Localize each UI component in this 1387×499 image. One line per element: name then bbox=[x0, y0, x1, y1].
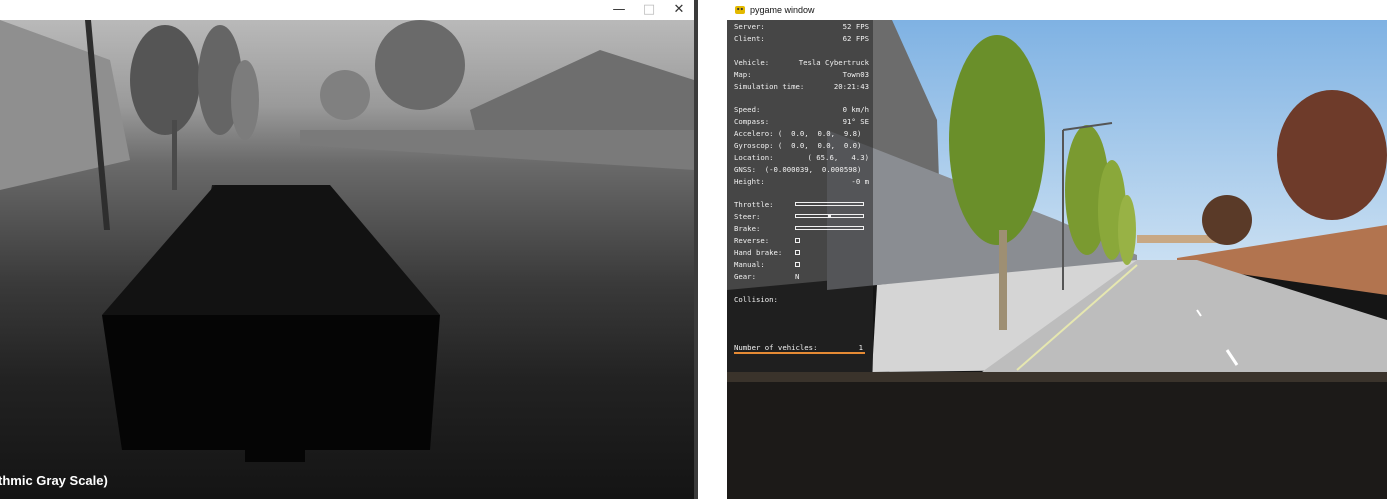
hud-steer: Steer: bbox=[734, 211, 869, 223]
hud-line-simulation-time: Simulation time: 20:21:43 bbox=[734, 82, 869, 91]
pygame-titlebar: pygame window bbox=[727, 0, 1387, 20]
hud-reverse: Reverse: bbox=[734, 235, 869, 247]
maximize-button[interactable]: □ bbox=[634, 1, 664, 19]
depth-tree bbox=[320, 70, 370, 120]
pygame-window: pygame window Server: 52 FPS Client: 62 … bbox=[727, 0, 1387, 499]
hud-hand-brake: Hand brake: bbox=[734, 247, 869, 259]
hud-line-speed: Speed: 0 km/h bbox=[734, 105, 869, 114]
manual-checkbox bbox=[795, 262, 800, 267]
hud-throttle: Throttle: bbox=[734, 199, 869, 211]
throttle-bar bbox=[795, 202, 864, 206]
hud-gear: Gear: N bbox=[734, 272, 800, 281]
depth-wall bbox=[300, 130, 694, 170]
hud-line-server: Server: 52 FPS bbox=[734, 22, 869, 31]
hood-edge bbox=[727, 372, 1387, 382]
tree-trunk bbox=[999, 230, 1007, 330]
depth-scene bbox=[0, 20, 694, 462]
vehicle-hood bbox=[727, 372, 1387, 499]
hud-line-location: Location:( 65.6, 4.3) bbox=[734, 153, 869, 162]
depth-caption: thmic Gray Scale) bbox=[0, 473, 108, 488]
steer-bar bbox=[795, 214, 864, 218]
hud-manual: Manual: bbox=[734, 259, 869, 271]
depth-truck-bed bbox=[102, 185, 440, 315]
depth-tree bbox=[375, 20, 465, 110]
depth-truck-rear bbox=[102, 315, 440, 450]
hud-line-map: Map: Town03 bbox=[734, 70, 869, 79]
hand-brake-checkbox bbox=[795, 250, 800, 255]
depth-tree bbox=[231, 60, 259, 140]
hud-line-client: Client: 62 FPS bbox=[734, 34, 869, 43]
hud-panel: Server: 52 FPS Client: 62 FPS Vehicle: Tesl… bbox=[727, 20, 873, 372]
pygame-icon bbox=[735, 6, 745, 14]
window-title: pygame window bbox=[750, 5, 815, 15]
depth-image bbox=[0, 20, 694, 499]
brake-bar bbox=[795, 226, 864, 230]
depth-building-left bbox=[0, 20, 130, 190]
depth-window-titlebar: — □ ✕ bbox=[0, 0, 698, 20]
close-button[interactable]: ✕ bbox=[664, 1, 694, 19]
depth-tree-trunk bbox=[172, 120, 177, 190]
depth-tree bbox=[130, 25, 200, 135]
minimize-button[interactable]: — bbox=[604, 1, 634, 19]
tree bbox=[1118, 195, 1136, 265]
hud-vehicle-count: Number of vehicles: 1 bbox=[734, 343, 863, 352]
hud-line-vehicle: Vehicle: Tesla Cybertruck bbox=[734, 58, 869, 67]
tree-autumn bbox=[1277, 90, 1387, 220]
hud-collision-label: Collision: bbox=[734, 295, 778, 304]
depth-truck-hitch bbox=[245, 450, 305, 462]
gear-value: N bbox=[795, 272, 800, 281]
hud-line-accelero: Accelero: ( 0.0, 0.0, 9.8) bbox=[734, 129, 862, 138]
bridge bbox=[1137, 235, 1217, 243]
tree-dark bbox=[1202, 195, 1252, 245]
steer-marker bbox=[828, 214, 831, 218]
hud-line-height: Height: -0 m bbox=[734, 177, 869, 186]
hud-brake: Brake: bbox=[734, 223, 869, 235]
hud-line-gnss: GNSS: (-0.000039, 0.000598) bbox=[734, 165, 862, 174]
reverse-checkbox bbox=[795, 238, 800, 243]
hud-line-compass: Compass: 91° SE bbox=[734, 117, 869, 126]
hud-line-gyroscop: Gyroscop: ( 0.0, 0.0, 0.0) bbox=[734, 141, 862, 150]
window-border bbox=[694, 0, 698, 499]
tree bbox=[949, 35, 1045, 245]
depth-camera-window: — □ ✕ thmic Gray Scale) bbox=[0, 0, 698, 499]
